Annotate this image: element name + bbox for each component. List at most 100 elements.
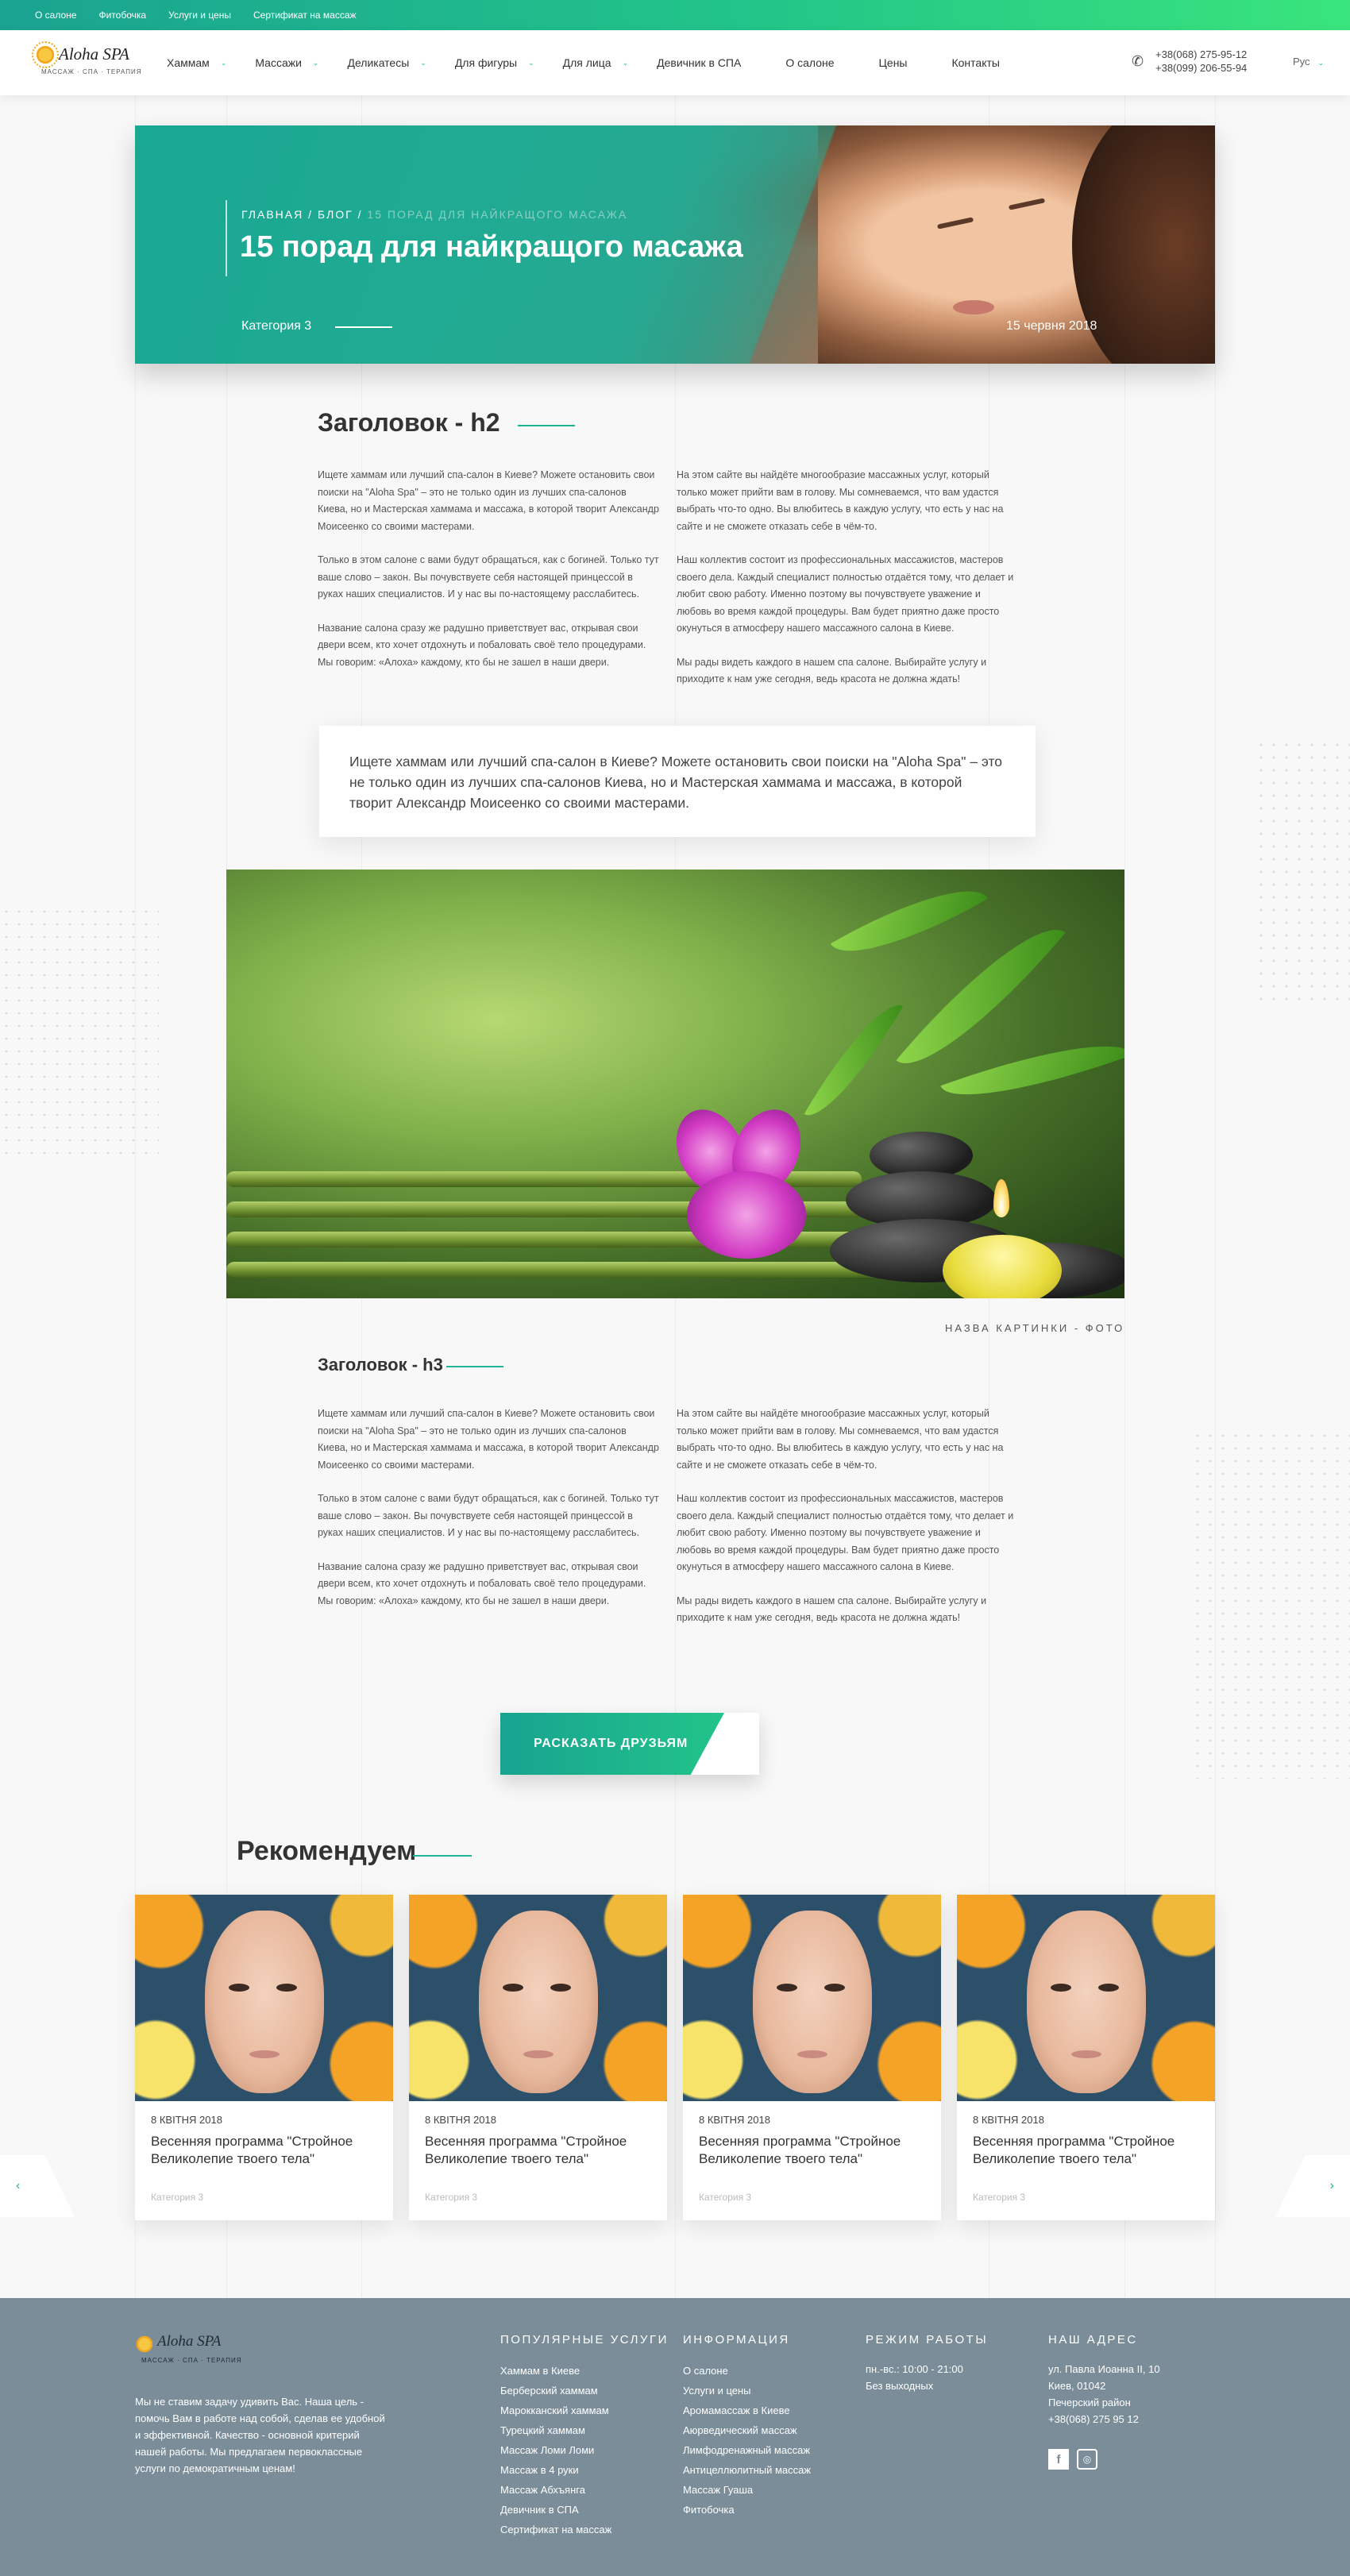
language-switcher[interactable]: Рус ⌄: [1293, 56, 1324, 67]
topbar-link-services[interactable]: Услуги и цены: [168, 10, 231, 21]
social-links: f ◎: [1048, 2449, 1097, 2470]
breadcrumb-current: 15 ПОРАД ДЛЯ НАЙКРАЩОГО МАСАЖА: [367, 208, 628, 221]
carousel-next-button[interactable]: ›: [1275, 2155, 1350, 2217]
topbar-link-about[interactable]: О салоне: [35, 10, 76, 21]
topbar-link-certificate[interactable]: Сертификат на массаж: [253, 10, 357, 21]
footer-link[interactable]: Массаж Гуаша: [683, 2480, 811, 2500]
chevron-down-icon: ⌄: [312, 58, 319, 67]
paragraph: Только в этом салоне с вами будут обраща…: [318, 554, 659, 600]
paragraph: Название салона сразу же радушно приветс…: [318, 622, 646, 668]
card-category[interactable]: Категория 3: [973, 2192, 1025, 2203]
text-column-left: Ищете хаммам или лучший спа-салон в Киев…: [318, 467, 659, 688]
card-title[interactable]: Весенняя программа "Стройное Великолепие…: [973, 2133, 1203, 2168]
breadcrumb-blog[interactable]: БЛОГ: [318, 208, 353, 221]
footer-phone[interactable]: +38(068) 275 95 12: [1048, 2411, 1160, 2428]
chevron-down-icon: ⌄: [220, 58, 227, 67]
footer-information: Информация О салоне Услуги и цены Аромам…: [683, 2333, 811, 2520]
footer-link[interactable]: Марокканский хаммам: [500, 2401, 669, 2420]
card-image: [957, 1895, 1215, 2101]
recommend-card[interactable]: 8 квітня 2018 Весенняя программа "Стройн…: [957, 1895, 1215, 2220]
card-title[interactable]: Весенняя программа "Стройное Великолепие…: [151, 2133, 381, 2168]
footer-link[interactable]: Антицеллюлитный массаж: [683, 2460, 811, 2480]
footer-link[interactable]: Массаж Абхъянга: [500, 2480, 669, 2500]
footer-link[interactable]: Хаммам в Киеве: [500, 2361, 669, 2381]
nav-item-face[interactable]: Для лица ⌄: [563, 56, 628, 69]
recommend-title: Рекомендуем: [237, 1836, 417, 1866]
footer-link[interactable]: Девичник в СПА: [500, 2500, 669, 2520]
footer-link[interactable]: Сертификат на массаж: [500, 2520, 669, 2539]
footer-heading: Информация: [683, 2333, 790, 2347]
text-column-right: На этом сайте вы найдёте многообразие ма…: [677, 467, 1018, 705]
footer-link[interactable]: Массаж в 4 руки: [500, 2460, 669, 2480]
card-date: 8 квітня 2018: [699, 2114, 770, 2126]
share-button[interactable]: РАСКАЗАТЬ ДРУЗЬЯМ: [500, 1713, 759, 1775]
footer-link[interactable]: Услуги и цены: [683, 2381, 811, 2401]
card-date: 8 квітня 2018: [973, 2114, 1044, 2126]
recommend-card[interactable]: 8 квітня 2018 Весенняя программа "Стройн…: [135, 1895, 393, 2220]
footer-address: Наш адрес ул. Павла Иоанна II, 10 Киев, …: [1048, 2333, 1160, 2428]
carousel-prev-button[interactable]: ‹: [0, 2155, 75, 2217]
paragraph: На этом сайте вы найдёте многообразие ма…: [677, 1408, 1004, 1471]
card-category[interactable]: Категория 3: [425, 2192, 477, 2203]
logo[interactable]: Aloha SPA МАССАЖ · СПА · ТЕРАПИЯ: [32, 41, 141, 83]
paragraph: На этом сайте вы найдёте многообразие ма…: [677, 469, 1004, 532]
card-image: [135, 1895, 393, 2101]
recommend-card[interactable]: 8 квітня 2018 Весенняя программа "Стройн…: [409, 1895, 667, 2220]
breadcrumb-home[interactable]: ГЛАВНАЯ: [241, 208, 303, 221]
footer-link[interactable]: Аромамассаж в Киеве: [683, 2401, 811, 2420]
phone-block: ✆ +38(068) 275-95-12 +38(099) 206-55-94: [1132, 48, 1247, 75]
image-caption: НАЗВА КАРТИНКИ - ФОТО: [945, 1322, 1125, 1334]
dot-pattern-right: [1255, 738, 1350, 1008]
paragraph: Мы рады видеть каждого в нашем спа салон…: [677, 1595, 987, 1624]
nav-item-massages[interactable]: Массажи ⌄: [255, 56, 318, 69]
card-category[interactable]: Категория 3: [151, 2192, 203, 2203]
dot-pattern-right-lower: [1191, 1429, 1350, 1779]
footer-logo[interactable]: Aloha SPA МАССАЖ · СПА · ТЕРАПИЯ: [135, 2333, 241, 2373]
nav-item-prices[interactable]: Цены: [879, 56, 908, 69]
share-button-label: РАСКАЗАТЬ ДРУЗЬЯМ: [534, 1737, 688, 1750]
footer-link[interactable]: Массаж Ломи Ломи: [500, 2440, 669, 2460]
footer-link[interactable]: Турецкий хаммам: [500, 2420, 669, 2440]
logo-name: Aloha SPA: [59, 44, 129, 64]
main-header: Aloha SPA МАССАЖ · СПА · ТЕРАПИЯ Хаммам ⌄…: [0, 30, 1350, 95]
recommend-carousel: 8 квітня 2018 Весенняя программа "Стройн…: [135, 1895, 1215, 2220]
card-category[interactable]: Категория 3: [699, 2192, 751, 2203]
footer-link[interactable]: Аюрведический массаж: [683, 2420, 811, 2440]
paragraph: Только в этом салоне с вами будут обраща…: [318, 1493, 659, 1538]
page-title: 15 порад для найкращого масажа: [240, 230, 743, 264]
phone-number-1[interactable]: +38(068) 275-95-12: [1155, 48, 1247, 61]
footer-link[interactable]: Берберский хаммам: [500, 2381, 669, 2401]
nav-item-body[interactable]: Для фигуры ⌄: [455, 56, 534, 69]
hero-category[interactable]: Категория 3: [241, 319, 311, 334]
top-bar: О салоне Фитобочка Услуги и цены Сертифи…: [0, 0, 1350, 30]
chevron-down-icon: ⌄: [1317, 59, 1325, 67]
footer-link[interactable]: Лимфодренажный массаж: [683, 2440, 811, 2460]
chevron-down-icon: ⌄: [420, 58, 426, 67]
chevron-right-icon: ›: [1329, 2179, 1334, 2192]
nav-item-about[interactable]: О салоне: [785, 56, 834, 69]
phone-icon: ✆: [1132, 53, 1144, 69]
text-column-left-2: Ищете хаммам или лучший спа-салон в Киев…: [318, 1406, 659, 1626]
nav-item-hammam[interactable]: Хаммам ⌄: [167, 56, 226, 69]
hero-divider: [226, 200, 227, 276]
chevron-down-icon: ⌄: [528, 58, 534, 67]
recommend-card[interactable]: 8 квітня 2018 Весенняя программа "Стройн…: [683, 1895, 941, 2220]
hero-banner: ГЛАВНАЯ / БЛОГ / 15 ПОРАД ДЛЯ НАЙКРАЩОГО…: [135, 125, 1215, 364]
phone-number-2[interactable]: +38(099) 206-55-94: [1155, 61, 1247, 75]
card-title[interactable]: Весенняя программа "Стройное Великолепие…: [699, 2133, 929, 2168]
card-date: 8 квітня 2018: [425, 2114, 496, 2126]
nav-item-bachelorette[interactable]: Девичник в СПА: [657, 56, 741, 69]
nav-item-contacts[interactable]: Контакты: [951, 56, 999, 69]
footer-about: Мы не ставим задачу удивить Вас. Наша це…: [135, 2396, 385, 2474]
card-title[interactable]: Весенняя программа "Стройное Великолепие…: [425, 2133, 655, 2168]
article-image: [226, 870, 1124, 1298]
topbar-link-fitobochka[interactable]: Фитобочка: [98, 10, 146, 21]
instagram-icon[interactable]: ◎: [1077, 2449, 1097, 2470]
footer-link[interactable]: Фитобочка: [683, 2500, 811, 2520]
facebook-icon[interactable]: f: [1048, 2449, 1069, 2470]
nav-item-delicacies[interactable]: Деликатесы ⌄: [347, 56, 426, 69]
footer-heading: Популярные услуги: [500, 2333, 669, 2347]
footer-link[interactable]: О салоне: [683, 2361, 811, 2381]
dot-pattern-left: [0, 905, 159, 1159]
logo-tagline: МАССАЖ · СПА · ТЕРАПИЯ: [41, 68, 142, 75]
